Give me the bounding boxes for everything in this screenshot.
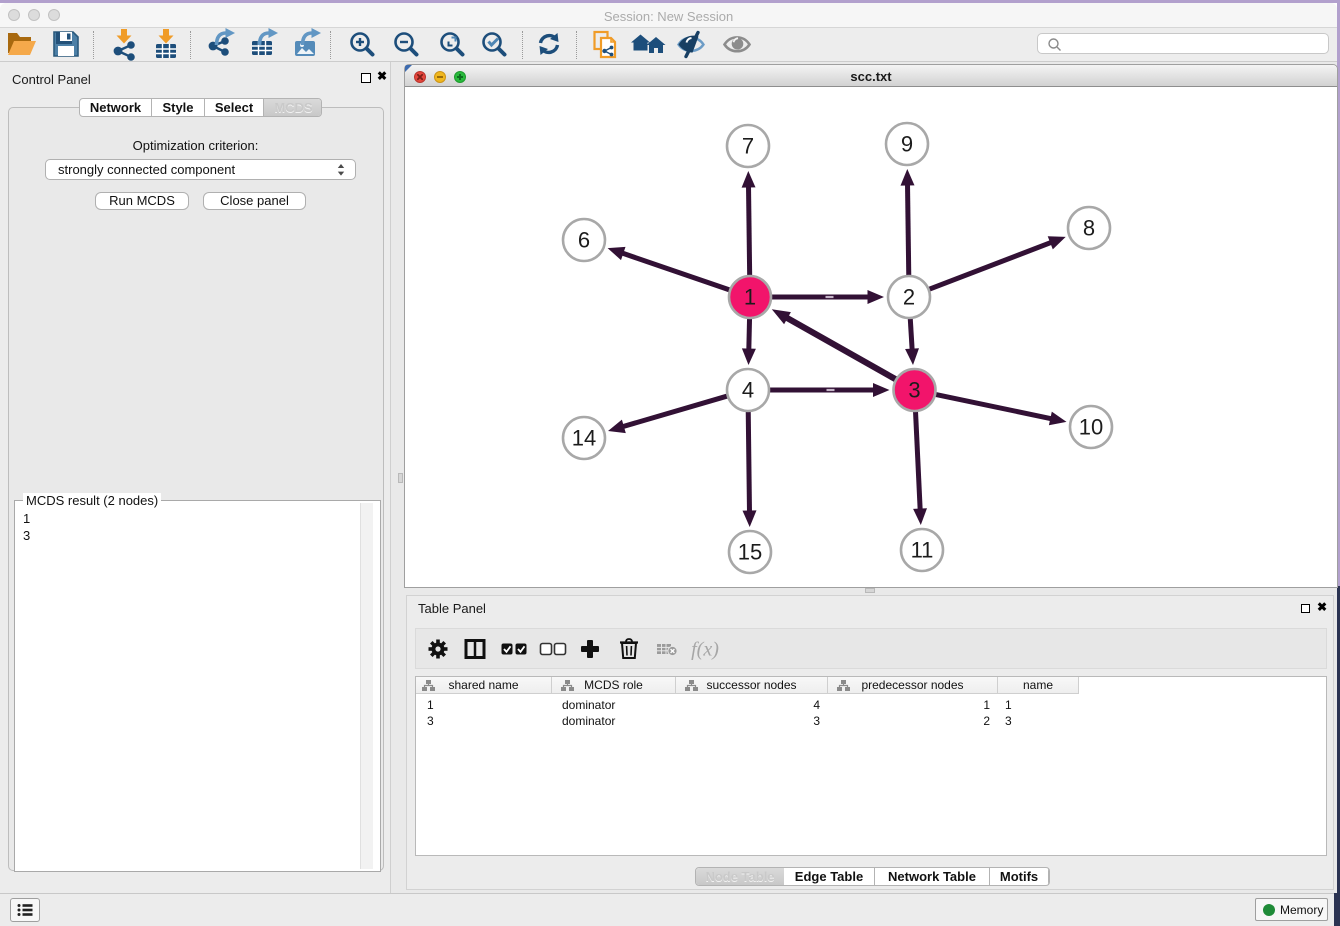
svg-text:2: 2 [903,285,915,310]
svg-text:1: 1 [744,285,756,310]
svg-text:15: 15 [738,540,762,565]
svg-text:6: 6 [578,228,590,253]
svg-text:4: 4 [742,378,754,403]
svg-text:3: 3 [908,378,920,403]
svg-text:7: 7 [742,134,754,159]
svg-text:14: 14 [572,426,596,451]
svg-text:10: 10 [1079,415,1103,440]
svg-text:8: 8 [1083,216,1095,241]
svg-text:f(x): f(x) [691,639,719,661]
svg-text:11: 11 [911,538,934,563]
svg-text:9: 9 [901,132,913,157]
